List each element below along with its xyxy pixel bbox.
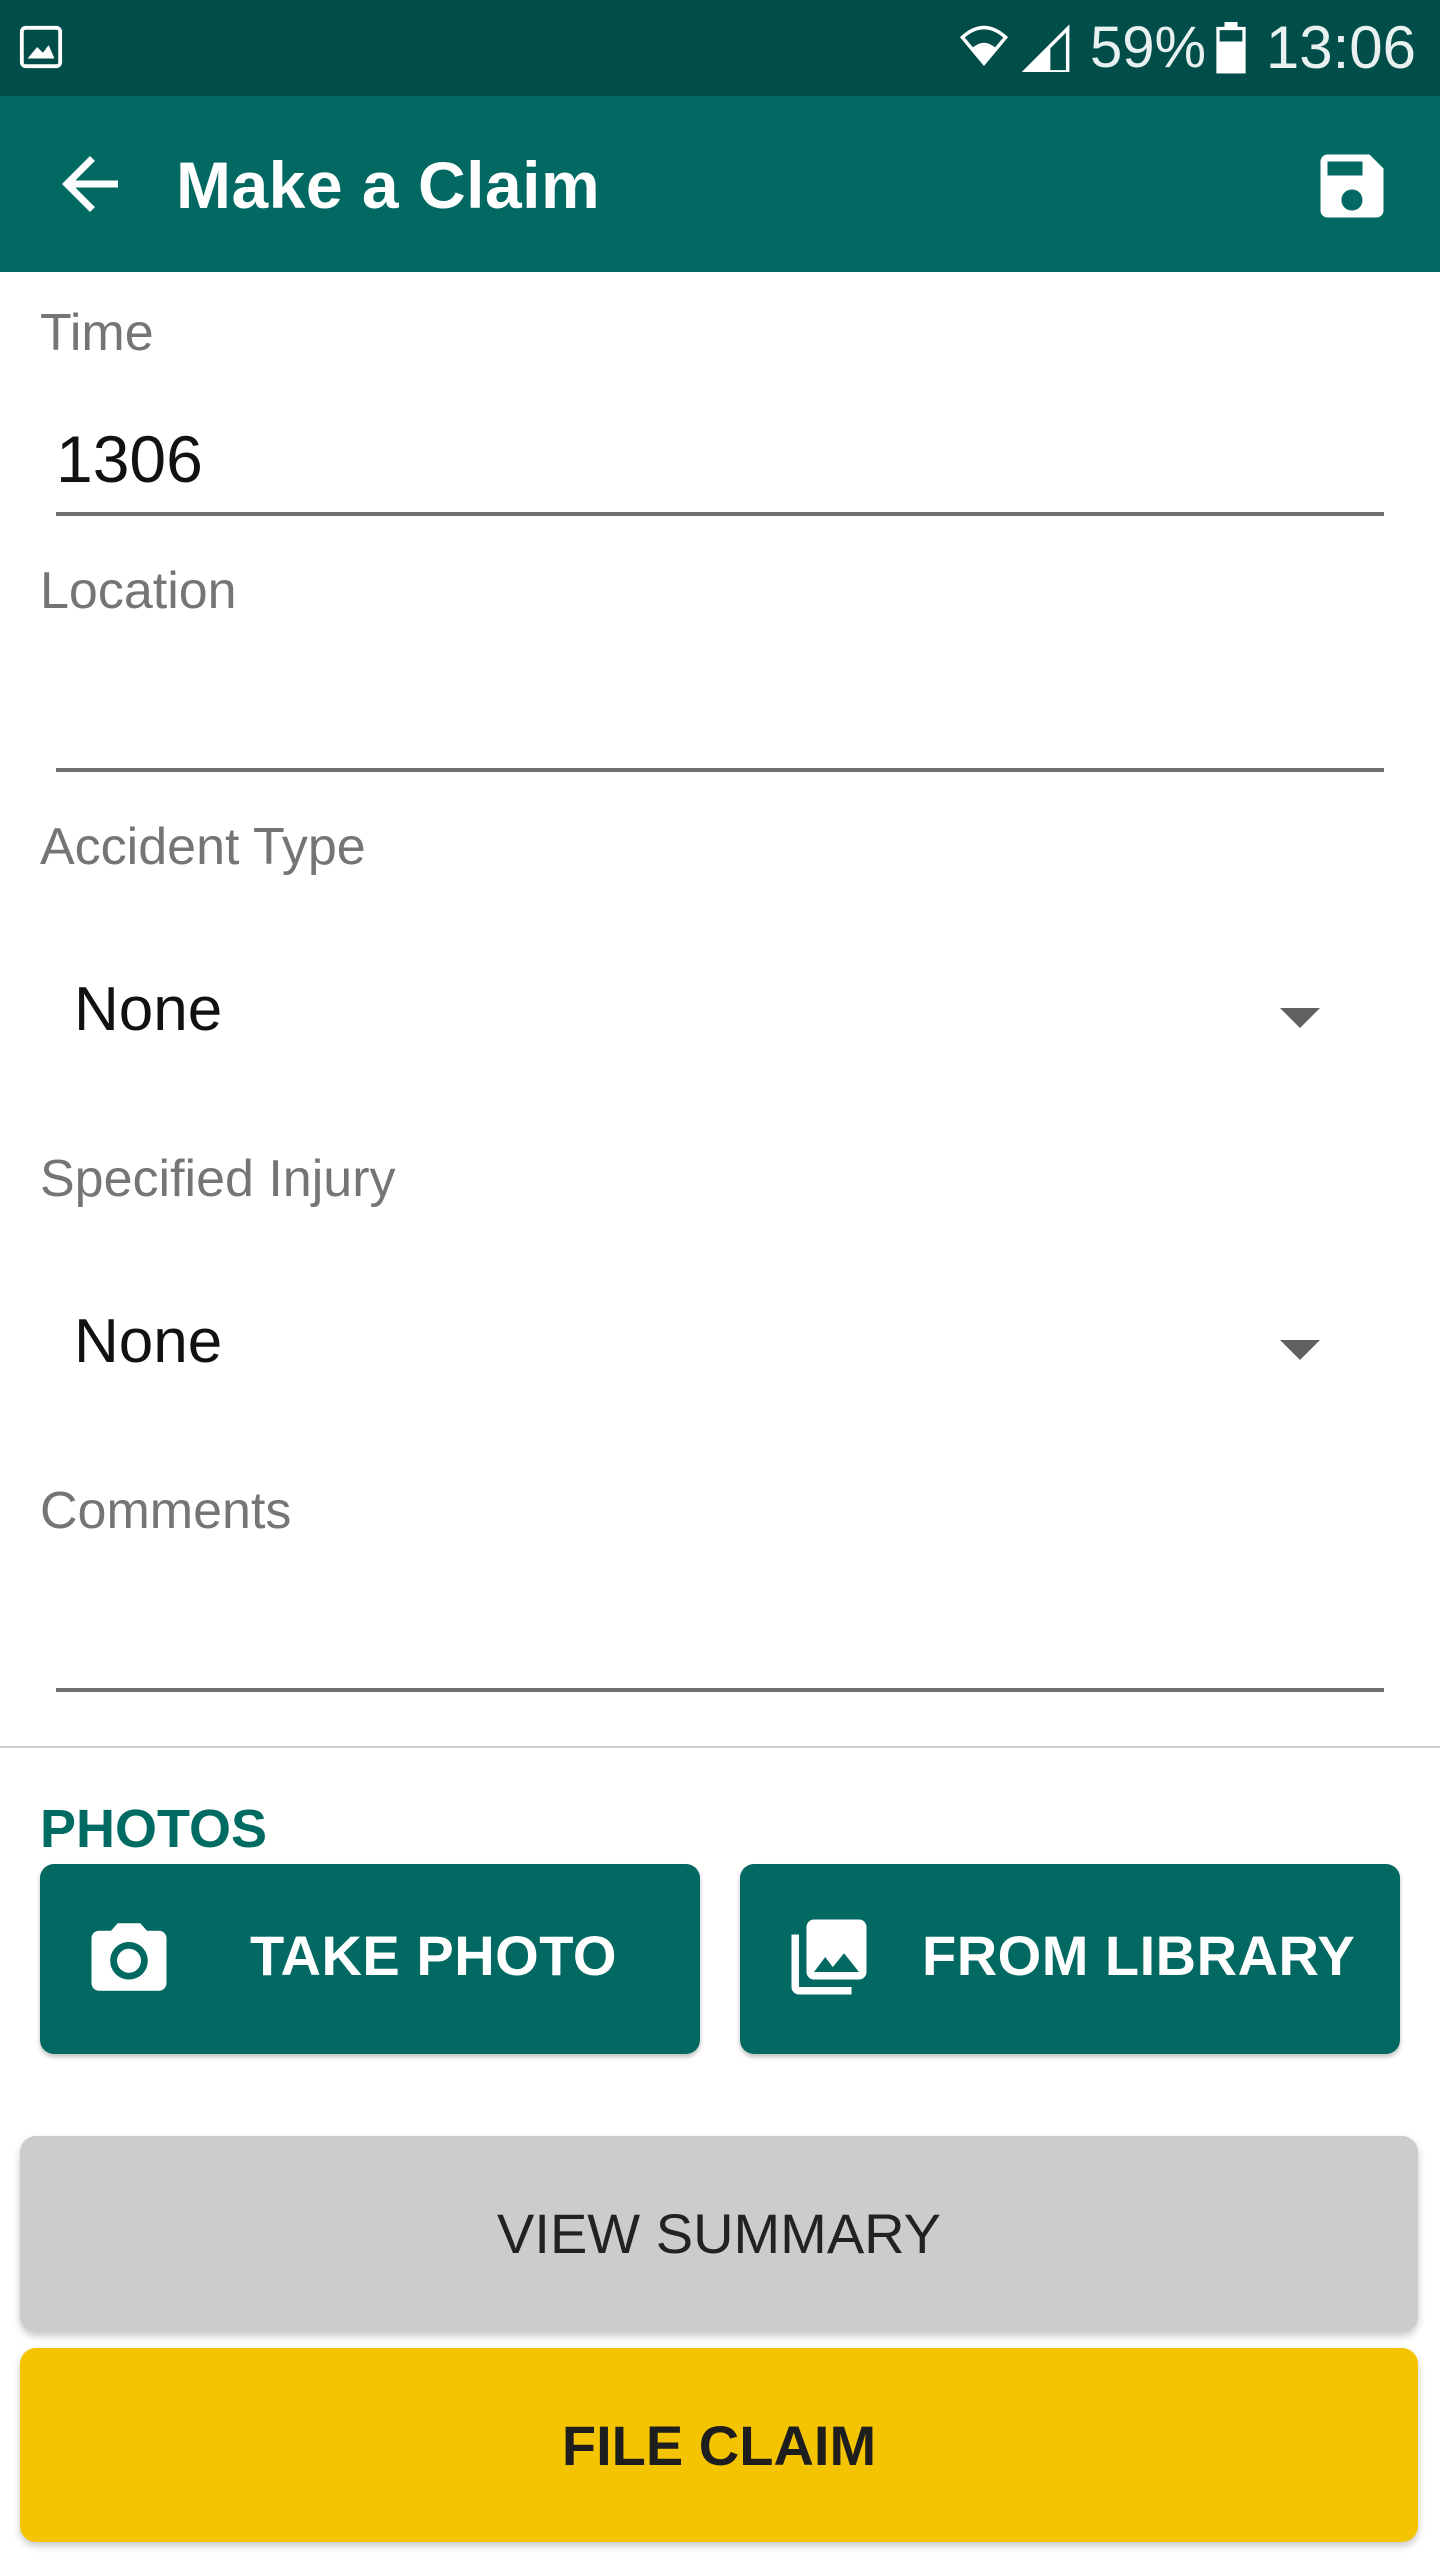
location-underline xyxy=(56,768,1384,772)
chevron-down-icon xyxy=(1280,1340,1320,1360)
gallery-icon xyxy=(18,24,64,75)
wifi-icon xyxy=(958,20,1010,77)
battery-icon xyxy=(1214,22,1248,79)
save-button[interactable] xyxy=(1310,144,1394,228)
location-label: Location xyxy=(40,562,237,620)
comments-label: Comments xyxy=(40,1482,292,1540)
time-label: Time xyxy=(40,304,154,362)
section-divider xyxy=(0,1746,1440,1748)
specified-injury-label: Specified Injury xyxy=(40,1150,396,1208)
take-photo-button[interactable]: TAKE PHOTO xyxy=(40,1864,700,2054)
take-photo-label: TAKE PHOTO xyxy=(250,1924,617,1987)
view-summary-button[interactable]: VIEW SUMMARY xyxy=(20,2136,1418,2332)
camera-icon xyxy=(84,1912,174,2007)
accident-type-label: Accident Type xyxy=(40,818,366,876)
time-underline xyxy=(56,512,1384,516)
specified-injury-dropdown[interactable]: None xyxy=(40,1278,1360,1408)
from-library-label: FROM LIBRARY xyxy=(922,1924,1356,1987)
time-value: 1306 xyxy=(56,422,203,496)
battery-percent: 59% xyxy=(1090,15,1207,80)
accident-type-dropdown[interactable]: None xyxy=(40,946,1360,1076)
app-bar: Make a Claim xyxy=(0,96,1440,272)
photos-section-title: PHOTOS xyxy=(40,1799,268,1859)
accident-type-value: None xyxy=(74,975,223,1044)
file-claim-label: FILE CLAIM xyxy=(561,2414,877,2477)
photo-library-icon xyxy=(784,1912,874,2007)
time-field[interactable]: 1306 xyxy=(40,400,1384,520)
comments-underline xyxy=(56,1688,1384,1692)
status-time: 13:06 xyxy=(1265,14,1416,81)
location-field[interactable] xyxy=(40,650,1384,770)
signal-icon xyxy=(1020,24,1072,77)
specified-injury-value: None xyxy=(74,1307,223,1376)
chevron-down-icon xyxy=(1280,1008,1320,1028)
back-button[interactable] xyxy=(48,142,132,226)
arrow-back-icon xyxy=(48,156,132,230)
comments-field[interactable] xyxy=(40,1570,1384,1690)
status-bar: 59% 13:06 xyxy=(0,0,1440,96)
save-icon xyxy=(1310,154,1394,232)
from-library-button[interactable]: FROM LIBRARY xyxy=(740,1864,1400,2054)
file-claim-button[interactable]: FILE CLAIM xyxy=(20,2348,1418,2542)
page-title: Make a Claim xyxy=(176,148,601,222)
view-summary-label: VIEW SUMMARY xyxy=(497,2202,941,2265)
